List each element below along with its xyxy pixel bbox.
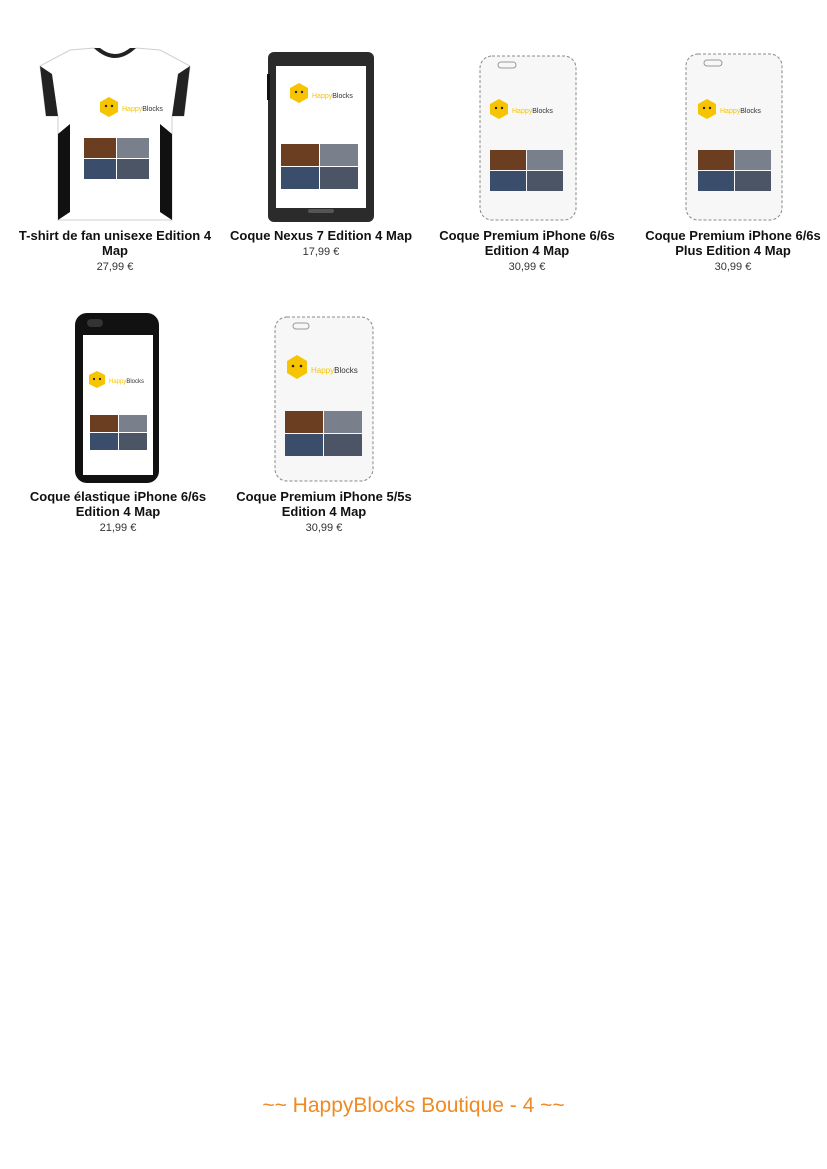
product-image-phone[interactable]: HappyBlocks — [15, 305, 221, 483]
svg-text:HappyBlocks: HappyBlocks — [311, 366, 358, 375]
footer-shop-title: ~~ HappyBlocks Boutique - 4 ~~ — [262, 1094, 565, 1117]
product-image-phone[interactable]: HappyBlocks — [221, 305, 427, 483]
product-image-tshirt[interactable]: HappyBlocks — [12, 44, 218, 222]
product-card[interactable]: HappyBlocks Coque élastique iPhone 6/6s … — [15, 305, 221, 535]
product-price: 17,99 € — [302, 246, 340, 258]
product-title[interactable]: Coque élastique iPhone 6/6s Edition 4 Ma… — [15, 489, 221, 519]
product-price: 21,99 € — [99, 522, 137, 534]
product-price: 30,99 € — [305, 522, 343, 534]
product-image-phone[interactable]: HappyBlocks — [630, 44, 827, 222]
product-card[interactable]: HappyBlocks T-shirt de fan unisexe Editi… — [12, 44, 218, 274]
product-title[interactable]: Coque Premium iPhone 5/5s Edition 4 Map — [221, 489, 427, 519]
product-title[interactable]: Coque Premium iPhone 6/6s Edition 4 Map — [424, 228, 630, 258]
product-title[interactable]: Coque Nexus 7 Edition 4 Map — [218, 228, 424, 243]
product-card[interactable]: HappyBlocks Coque Premium iPhone 5/5s Ed… — [221, 305, 427, 535]
product-price: 30,99 € — [714, 261, 752, 273]
svg-text:HappyBlocks: HappyBlocks — [312, 93, 353, 100]
product-image-tablet[interactable]: HappyBlocks — [218, 44, 424, 222]
product-card[interactable]: HappyBlocks Coque Premium iPhone 6/6s Pl… — [630, 44, 827, 274]
product-price: 27,99 € — [96, 261, 134, 273]
product-card[interactable]: HappyBlocks Coque Premium iPhone 6/6s Ed… — [424, 44, 630, 274]
product-card[interactable]: HappyBlocks Coque Nexus 7 Edition 4 Map … — [218, 44, 424, 259]
svg-text:HappyBlocks: HappyBlocks — [720, 108, 761, 115]
product-image-phone[interactable]: HappyBlocks — [424, 44, 630, 222]
product-title[interactable]: Coque Premium iPhone 6/6s Plus Edition 4… — [630, 228, 827, 258]
svg-text:HappyBlocks: HappyBlocks — [109, 379, 144, 385]
svg-text:HappyBlocks: HappyBlocks — [122, 106, 163, 113]
svg-text:HappyBlocks: HappyBlocks — [512, 108, 553, 115]
product-title[interactable]: T-shirt de fan unisexe Edition 4 Map — [12, 228, 218, 258]
product-price: 30,99 € — [508, 261, 546, 273]
